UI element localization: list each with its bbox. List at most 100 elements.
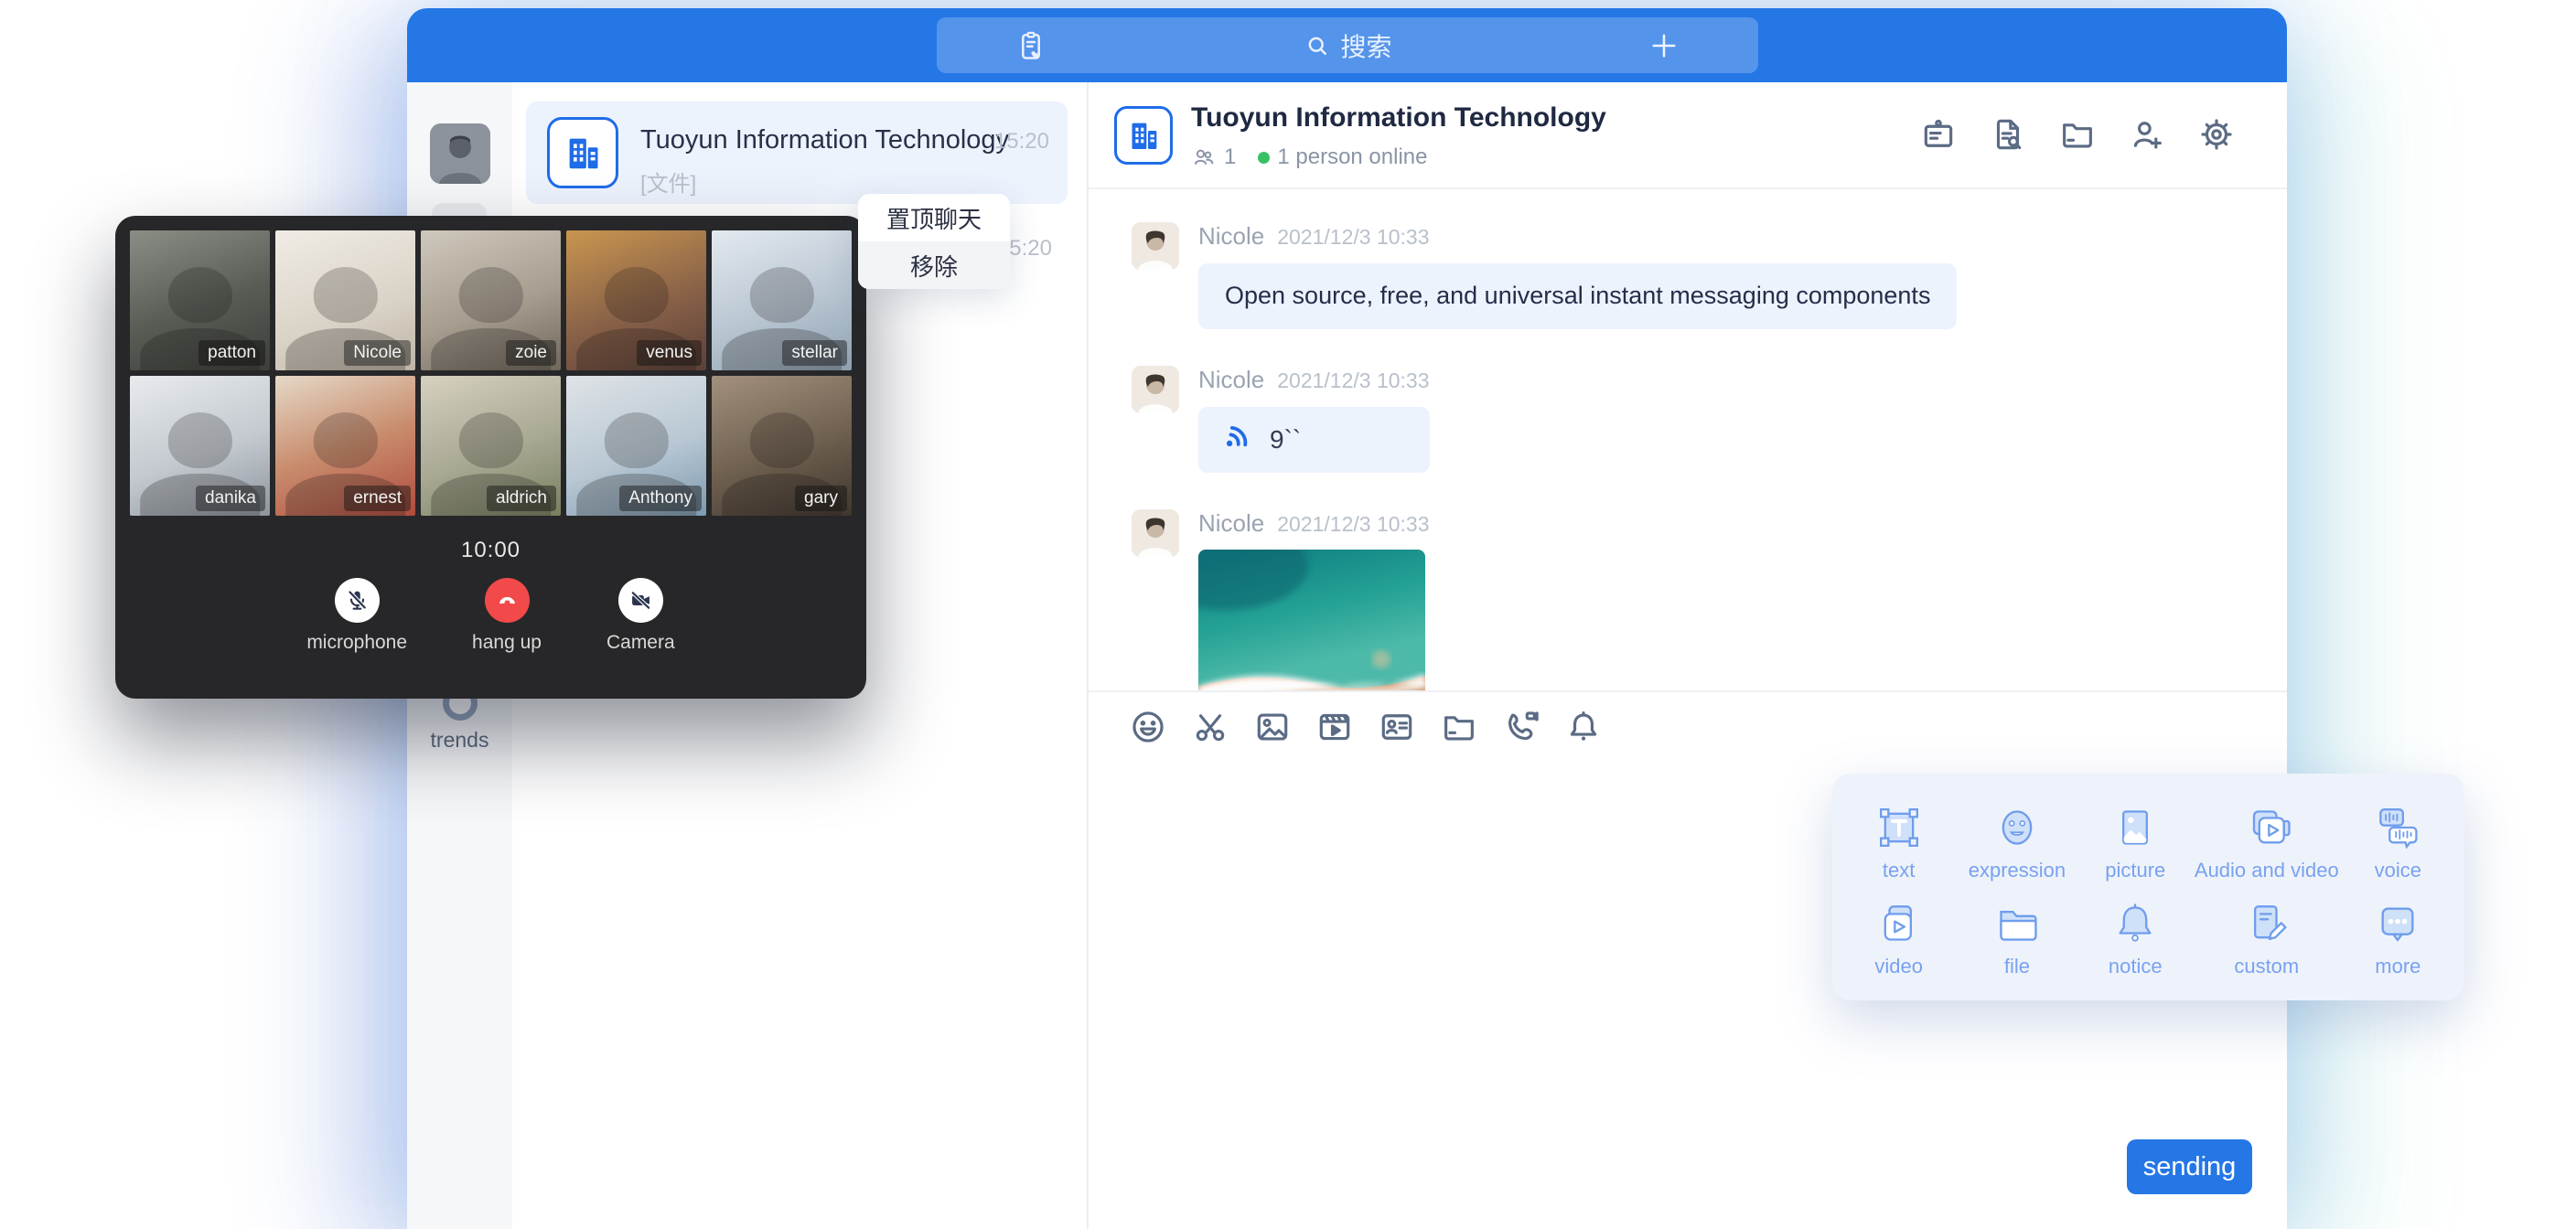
hang-up-button[interactable] <box>485 578 530 623</box>
participant-tile[interactable]: Nicole <box>275 230 415 370</box>
call-icon[interactable] <box>1502 708 1540 746</box>
message-toolbar <box>1089 690 2287 762</box>
group-files-icon[interactable] <box>2058 115 2097 154</box>
conversation-context-menu: 置顶聊天 移除 <box>858 194 1010 289</box>
add-icon[interactable] <box>1648 29 1680 62</box>
mic-off-icon <box>344 587 370 614</box>
search-field[interactable]: 搜索 <box>1304 27 1391 64</box>
panel-item-video[interactable]: video <box>1840 890 1958 986</box>
panel-item-custom[interactable]: custom <box>2195 890 2339 986</box>
chat-status: 1 1 person online <box>1191 144 1427 170</box>
panel-item-voice[interactable]: voice <box>2339 794 2457 890</box>
screenshot-icon[interactable] <box>1191 708 1229 746</box>
video-icon[interactable] <box>1315 708 1354 746</box>
participant-name: stellar <box>782 340 847 366</box>
panel-item-label: text <box>1883 859 1915 882</box>
panel-item-label: more <box>2375 955 2420 978</box>
notice-icon <box>2109 898 2161 949</box>
contact-card-icon[interactable] <box>1378 708 1416 746</box>
voice-message-bubble[interactable]: 9`` <box>1198 407 1430 473</box>
microphone-button[interactable] <box>335 578 380 623</box>
voice-icon <box>2372 802 2423 853</box>
group-avatar <box>1114 106 1173 165</box>
participant-tile[interactable]: venus <box>566 230 706 370</box>
building-icon <box>1125 117 1162 154</box>
camera-off-icon <box>628 587 654 614</box>
participant-silhouette <box>749 412 813 468</box>
panel-item-label: file <box>2004 955 2030 978</box>
notification-icon[interactable] <box>1564 708 1603 746</box>
file-icon[interactable] <box>1440 708 1478 746</box>
participant-tile[interactable]: zoie <box>421 230 561 370</box>
chat-history-search-icon[interactable] <box>1989 115 2027 154</box>
participant-silhouette <box>458 267 522 323</box>
microphone-label: microphone <box>306 632 407 654</box>
text-icon <box>1873 802 1925 853</box>
emoji-icon[interactable] <box>1129 708 1167 746</box>
search-icon <box>1304 32 1331 59</box>
group-avatar <box>547 117 618 188</box>
panel-item-picture[interactable]: picture <box>2077 794 2195 890</box>
panel-item-label: custom <box>2234 955 2299 978</box>
message-sender: Nicole <box>1198 509 1264 538</box>
panel-item-file[interactable]: file <box>1958 890 2076 986</box>
message-type-panel: text expression pictureAudio and videovoic… <box>1832 774 2464 1000</box>
hang-up-icon <box>494 587 521 614</box>
panel-item-label: notice <box>2109 955 2163 978</box>
picture-icon <box>2109 802 2161 853</box>
panel-item-label: Audio and video <box>2195 859 2339 882</box>
participant-tile[interactable]: stellar <box>712 230 852 370</box>
avatar[interactable] <box>1132 509 1179 557</box>
image-icon[interactable] <box>1253 708 1292 746</box>
panel-item-text[interactable]: text <box>1840 794 1958 890</box>
my-avatar[interactable] <box>430 123 490 184</box>
participant-tile[interactable]: aldrich <box>421 376 561 516</box>
participant-silhouette <box>313 267 377 323</box>
panel-item-more[interactable]: more <box>2339 890 2457 986</box>
panel-item-expression[interactable]: expression <box>1958 794 2076 890</box>
panel-item-audio-and-video[interactable]: Audio and video <box>2195 794 2339 890</box>
settings-icon[interactable] <box>2197 115 2236 154</box>
message-list: Nicole 2021/12/3 10:33 Open source, free… <box>1089 189 2287 690</box>
participant-tile[interactable]: danika <box>130 376 270 516</box>
participant-tile[interactable]: Anthony <box>566 376 706 516</box>
group-notice-icon[interactable] <box>1919 115 1958 154</box>
call-list-icon[interactable] <box>1014 28 1048 63</box>
panel-item-label: video <box>1874 955 1923 978</box>
chat-header: Tuoyun Information Technology 1 1 person… <box>1089 82 2287 189</box>
participant-name: danika <box>196 486 265 511</box>
call-controls: microphone hang up <box>130 578 852 654</box>
avatar[interactable] <box>1132 222 1179 270</box>
panel-item-label: expression <box>1969 859 2066 882</box>
panel-item-notice[interactable]: notice <box>2077 890 2195 986</box>
more-icon <box>2372 898 2423 949</box>
message-image: Nicole 2021/12/3 10:33 <box>1132 509 2287 690</box>
participant-silhouette <box>167 412 231 468</box>
send-button[interactable]: sending <box>2127 1139 2252 1194</box>
search-bar[interactable]: 搜索 <box>937 17 1758 73</box>
online-dot <box>1258 152 1270 164</box>
add-member-icon[interactable] <box>2128 115 2166 154</box>
video-icon <box>1873 898 1925 949</box>
participant-name: venus <box>637 340 702 366</box>
message-bubble[interactable]: Open source, free, and universal instant… <box>1198 263 1957 329</box>
image-attachment[interactable] <box>1198 550 1425 690</box>
message-time: 2021/12/3 10:33 <box>1277 369 1429 393</box>
menu-item-pin-chat[interactable]: 置顶聊天 <box>858 194 1010 241</box>
participant-tile[interactable]: patton <box>130 230 270 370</box>
search-placeholder: 搜索 <box>1340 27 1391 64</box>
camera-button[interactable] <box>618 578 663 623</box>
message-voice: Nicole 2021/12/3 10:33 <box>1132 366 2287 473</box>
online-status: 1 person online <box>1277 144 1427 170</box>
voice-duration: 9`` <box>1270 425 1301 454</box>
screen: 搜索 trends <box>0 0 2576 1229</box>
conversation-item-selected[interactable]: Tuoyun Information Technology [文件] 15:20 <box>526 102 1068 204</box>
avatar[interactable] <box>1132 366 1179 413</box>
video-call-window: patton Nicolezoie venus stellar danika ernest… <box>115 216 866 699</box>
participant-tile[interactable]: gary <box>712 376 852 516</box>
message-text: Nicole 2021/12/3 10:33 Open source, free… <box>1132 222 2287 329</box>
participant-tile[interactable]: ernest <box>275 376 415 516</box>
menu-item-remove[interactable]: 移除 <box>858 241 1010 289</box>
members-icon <box>1191 144 1217 170</box>
participant-name: patton <box>199 340 265 366</box>
